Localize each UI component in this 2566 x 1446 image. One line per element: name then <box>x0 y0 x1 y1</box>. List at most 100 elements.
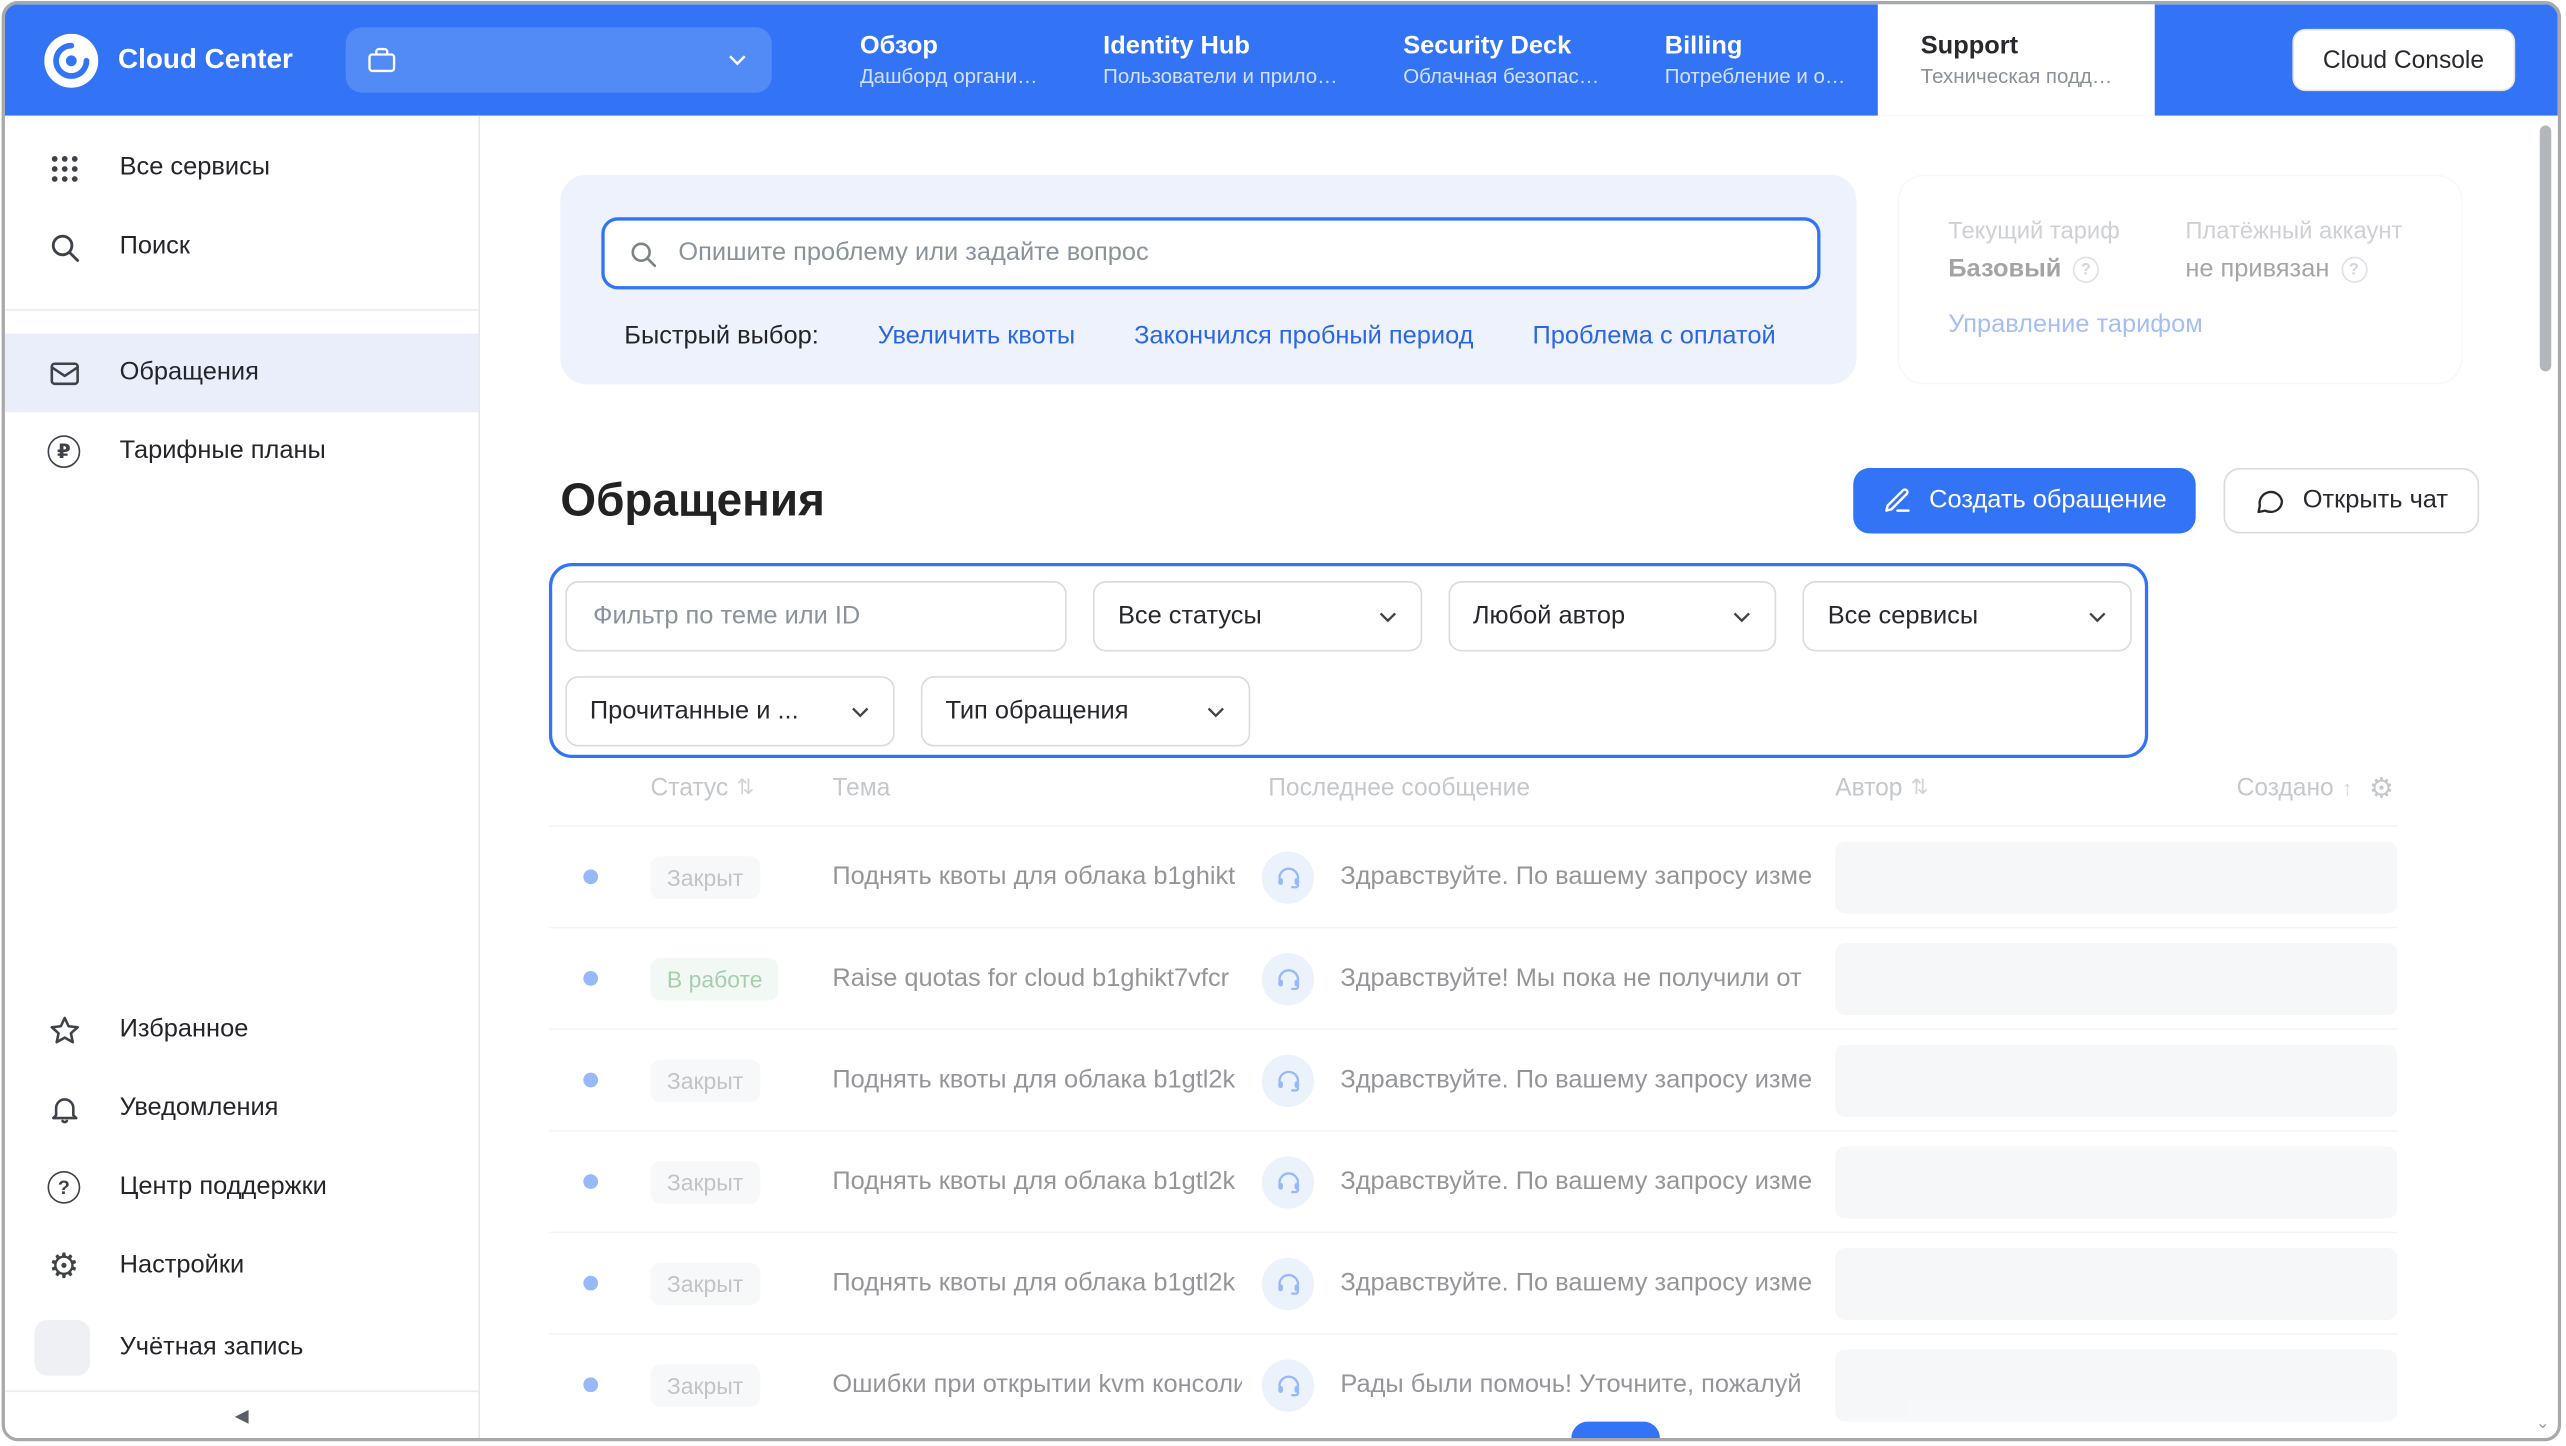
manage-plan-link[interactable]: Управление тарифом <box>1948 311 2412 340</box>
tab-title: Security Deck <box>1403 30 1599 63</box>
table-row[interactable]: Закрыт Поднять квоты для облака b1gtl2k <box>549 1232 2397 1334</box>
tab-subtitle: Потребление и о… <box>1665 62 1846 90</box>
ticket-last-message: Здравствуйте. По вашему запросу изме <box>1321 1167 1836 1196</box>
sidebar-label: Обращения <box>120 358 259 387</box>
page-title: Обращения <box>560 475 825 527</box>
help-icon[interactable]: ? <box>2073 257 2099 283</box>
appeals-table: Статус ⇅ Тема Последнее сообщение Автор … <box>549 763 2397 1438</box>
filter-author-select[interactable]: Любой автор <box>1448 581 1777 651</box>
sidebar-label: Уведомления <box>120 1094 279 1123</box>
ruble-icon: ₽ <box>44 432 83 471</box>
tab-subtitle: Дашборд органи… <box>860 62 1038 90</box>
support-headset-avatar <box>1262 1054 1314 1106</box>
support-headset-avatar <box>1262 952 1314 1004</box>
filter-topic-input[interactable] <box>590 600 1043 633</box>
tab-support[interactable]: Support Техническая подд… <box>1878 4 2155 115</box>
sidebar-collapse-button[interactable]: ◀ <box>5 1391 479 1439</box>
sidebar-item-notifications[interactable]: Уведомления <box>5 1069 479 1148</box>
grid-icon <box>44 148 83 187</box>
filter-services-select[interactable]: Все сервисы <box>1803 581 2132 651</box>
scrollbar-thumb[interactable] <box>2540 126 2551 372</box>
sidebar-bottom-group: Избранное Уведомления ? Центр поддержки … <box>5 991 479 1438</box>
sidebar-item-settings[interactable]: ⚙ Настройки <box>5 1227 479 1306</box>
sidebar-divider <box>5 309 479 311</box>
status-badge: В работе <box>651 957 779 1000</box>
ticket-topic: Поднять квоты для облака b1gtl2k <box>813 1268 1242 1297</box>
sidebar-item-appeals[interactable]: Обращения <box>5 334 479 413</box>
help-icon[interactable]: ? <box>2341 257 2367 283</box>
quick-link-increase-quotas[interactable]: Увеличить квоты <box>878 322 1075 351</box>
sidebar-item-favorites[interactable]: Избранное <box>5 991 479 1070</box>
quick-link-trial-ended[interactable]: Закончился пробный период <box>1134 322 1473 351</box>
sidebar-label: Поиск <box>120 232 190 261</box>
table-settings-gear-icon[interactable]: ⚙ <box>2369 774 2394 802</box>
table-row[interactable]: В работе Raise quotas for cloud b1ghikt7… <box>549 927 2397 1029</box>
column-author[interactable]: Автор ⇅ <box>1835 774 1928 802</box>
create-appeal-label: Создать обращение <box>1929 486 2167 515</box>
brand[interactable]: Cloud Center <box>44 33 293 87</box>
sort-asc-icon[interactable]: ↑ <box>2342 775 2353 800</box>
sort-icon[interactable]: ⇅ <box>1911 774 1929 800</box>
bell-icon <box>44 1089 83 1128</box>
support-search-input[interactable] <box>675 237 1794 270</box>
chat-widget-peek[interactable] <box>1571 1422 1659 1438</box>
open-chat-button[interactable]: Открыть чат <box>2224 468 2479 534</box>
table-row[interactable]: Закрыт Ошибки при открытии kvm консоли <box>549 1333 2397 1435</box>
current-plan-block: Текущий тариф Базовый ? <box>1948 219 2120 285</box>
redacted-author-date <box>1835 1349 2397 1421</box>
gear-icon: ⚙ <box>44 1246 83 1285</box>
sidebar-item-plans[interactable]: ₽ Тарифные планы <box>5 412 479 491</box>
unread-dot <box>583 1174 598 1189</box>
chevron-down-icon <box>2084 603 2110 629</box>
sidebar-item-search[interactable]: Поиск <box>5 207 479 286</box>
sidebar-item-support-center[interactable]: ? Центр поддержки <box>5 1148 479 1227</box>
ticket-topic: Поднять квоты для облака b1ghikt <box>813 862 1242 891</box>
table-row[interactable]: Закрыт Поднять квоты для облака b1ghikt <box>549 825 2397 927</box>
table-row[interactable]: Закрыт Поднять квоты для облака b1gtl2k <box>549 1130 2397 1232</box>
column-created[interactable]: Создано ↑ <box>2237 774 2353 802</box>
ticket-last-message: Здравствуйте. По вашему запросу изме <box>1321 862 1836 891</box>
status-badge: Закрыт <box>651 1160 760 1203</box>
support-headset-avatar <box>1262 1155 1314 1207</box>
billing-account-label: Платёжный аккаунт <box>2185 219 2402 245</box>
current-plan-value: Базовый <box>1948 255 2061 284</box>
tab-overview[interactable]: Обзор Дашборд органи… <box>827 4 1070 115</box>
sort-icon[interactable]: ⇅ <box>736 774 754 800</box>
status-badge: Закрыт <box>651 1059 760 1102</box>
unread-dot <box>583 1276 598 1291</box>
avatar <box>34 1320 90 1376</box>
sidebar-item-account[interactable]: Учётная запись <box>5 1305 479 1390</box>
tab-security-deck[interactable]: Security Deck Облачная безопас… <box>1370 4 1632 115</box>
quick-link-payment-problem[interactable]: Проблема с оплатой <box>1532 322 1775 351</box>
chevron-down-icon <box>847 698 873 724</box>
briefcase-icon <box>365 44 398 77</box>
filter-services-value: Все сервисы <box>1828 602 1978 631</box>
edit-icon <box>1883 486 1912 515</box>
open-chat-label: Открыть чат <box>2303 486 2448 515</box>
support-search-hero: Быстрый выбор: Увеличить квоты Закончилс… <box>560 175 1856 385</box>
search-icon <box>44 227 83 266</box>
tab-billing[interactable]: Billing Потребление и о… <box>1632 4 1878 115</box>
filter-read-select[interactable]: Прочитанные и ... <box>565 676 894 746</box>
question-icon: ? <box>44 1168 83 1207</box>
filter-status-select[interactable]: Все статусы <box>1093 581 1422 651</box>
cloud-console-button[interactable]: Cloud Console <box>2292 29 2516 91</box>
org-selector[interactable] <box>345 27 771 93</box>
status-badge: Закрыт <box>651 1262 760 1305</box>
chevron-down-icon <box>1375 603 1401 629</box>
scrollbar-down-icon[interactable]: ⌄ <box>2536 1417 2550 1433</box>
ticket-topic: Поднять квоты для облака b1gtl2k <box>813 1065 1242 1094</box>
tab-title: Support <box>1921 30 2113 63</box>
filter-type-select[interactable]: Тип обращения <box>921 676 1250 746</box>
sidebar-item-all-services[interactable]: Все сервисы <box>5 129 479 208</box>
support-headset-avatar <box>1262 851 1314 903</box>
unread-dot <box>583 869 598 884</box>
table-row[interactable]: Закрыт Поднять квоты для облака b1gtl2k <box>549 1028 2397 1130</box>
ticket-last-message: Здравствуйте. По вашему запросу изме <box>1321 1268 1836 1297</box>
column-status[interactable]: Статус ⇅ <box>631 774 813 802</box>
create-appeal-button[interactable]: Создать обращение <box>1854 468 2196 534</box>
filter-topic-box <box>565 581 1067 651</box>
column-label: Автор <box>1835 774 1902 802</box>
tab-identity-hub[interactable]: Identity Hub Пользователи и прило… <box>1070 4 1370 115</box>
chat-icon <box>2255 485 2286 516</box>
